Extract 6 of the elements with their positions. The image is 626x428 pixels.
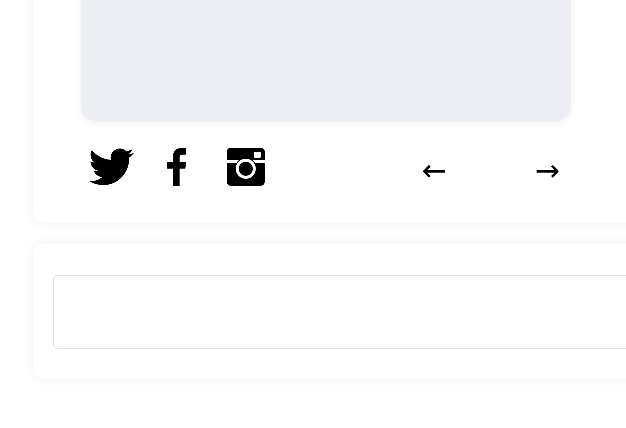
- next-button[interactable]: →: [535, 157, 560, 187]
- camera-icon[interactable]: [227, 148, 265, 186]
- letter-f-icon[interactable]: [167, 148, 187, 186]
- bird-icon[interactable]: [89, 148, 134, 186]
- previous-button[interactable]: ←: [422, 157, 448, 187]
- input-field[interactable]: [53, 275, 626, 349]
